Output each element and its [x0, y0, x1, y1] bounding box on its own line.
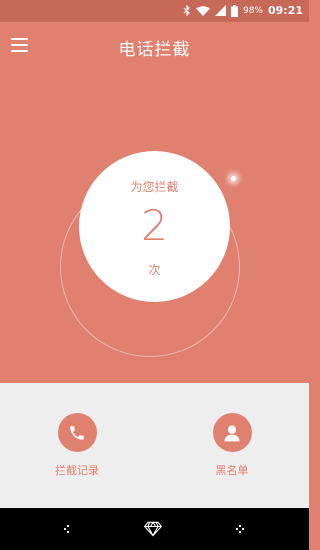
app-bar: 电话拦截 — [0, 22, 309, 70]
back-icon[interactable] — [58, 519, 78, 539]
wifi-icon — [195, 5, 210, 16]
recent-apps-icon[interactable] — [230, 519, 250, 539]
block-count-disc: 为您拦截 2 次 — [79, 151, 230, 302]
page-title: 电话拦截 — [118, 40, 191, 60]
phone-icon — [57, 413, 97, 452]
block-count-value: 2 — [141, 201, 168, 250]
status-icons: 98% 09:21 — [183, 4, 303, 17]
home-icon[interactable] — [143, 519, 163, 539]
block-counter-panel: 为您拦截 2 次 — [0, 70, 309, 383]
person-icon — [212, 413, 252, 452]
blacklist-button[interactable]: 黑名单 — [187, 413, 277, 478]
ring-indicator-dot — [231, 176, 236, 181]
battery-icon — [230, 4, 238, 17]
status-bar: 98% 09:21 — [0, 0, 309, 22]
battery-percent: 98% — [242, 5, 263, 16]
block-log-label: 拦截记录 — [55, 464, 99, 477]
block-count-unit: 次 — [148, 263, 161, 277]
blacklist-label: 黑名单 — [215, 464, 249, 477]
block-log-button[interactable]: 拦截记录 — [32, 413, 122, 478]
action-panel: 拦截记录 黑名单 — [0, 383, 309, 508]
clock: 09:21 — [267, 4, 303, 17]
navigation-bar — [0, 508, 309, 550]
signal-icon — [214, 5, 226, 16]
bluetooth-icon — [183, 5, 191, 16]
block-count-label: 为您拦截 — [130, 180, 179, 194]
